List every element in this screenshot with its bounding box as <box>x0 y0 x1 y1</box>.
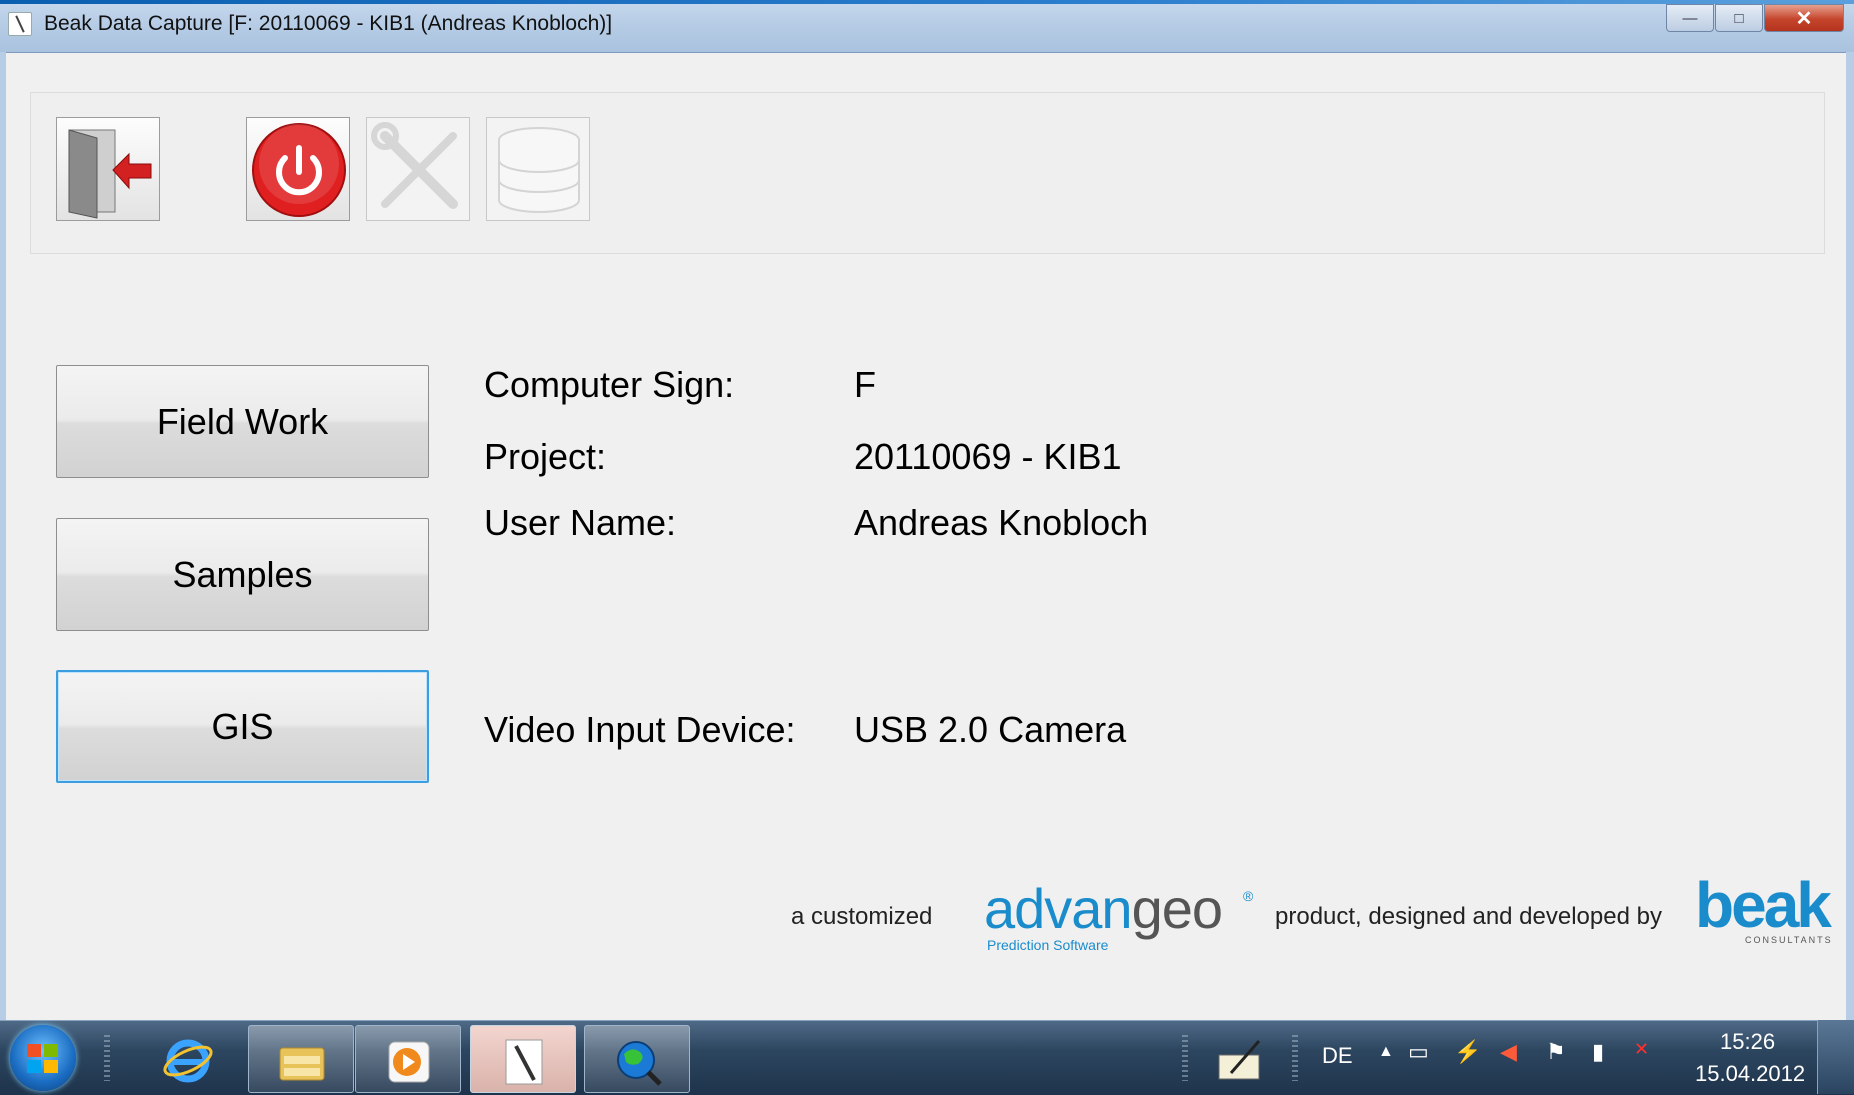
computer-sign-value: F <box>854 364 876 405</box>
field-work-button[interactable]: Field Work <box>56 365 429 478</box>
taskbar-gis-app[interactable] <box>584 1025 690 1093</box>
action-center-flag-icon[interactable]: ⚑ <box>1546 1039 1566 1065</box>
show-desktop-button[interactable] <box>1817 1020 1854 1094</box>
user-name-value: Andreas Knobloch <box>854 502 1149 543</box>
power-button[interactable] <box>246 117 350 221</box>
globe-search-icon <box>617 1041 662 1086</box>
network-monitor-icon[interactable]: ▭ <box>1408 1039 1429 1065</box>
window-title: Beak Data Capture [F: 20110069 - KIB1 (A… <box>44 12 613 35</box>
project-label: Project: <box>484 436 607 477</box>
video-input-value: USB 2.0 Camera <box>854 709 1127 750</box>
database-icon <box>498 127 580 213</box>
taskbar-beak-app[interactable] <box>470 1025 576 1093</box>
taskbar-media-player[interactable] <box>355 1025 461 1093</box>
tools-button[interactable] <box>366 117 470 221</box>
explorer-icon <box>279 1047 325 1081</box>
toolbar <box>30 92 1825 254</box>
computer-sign-label: Computer Sign: <box>484 364 735 405</box>
advangeo-logo-part2: geo <box>1131 877 1223 940</box>
user-name-label: User Name: <box>484 502 677 543</box>
battery-icon[interactable]: ▮ <box>1592 1039 1604 1065</box>
clock-date[interactable]: 15.04.2012 <box>1695 1061 1805 1087</box>
footer-prefix: a customized <box>791 903 933 930</box>
power-icon <box>252 123 346 217</box>
wrench-screwdriver-icon <box>371 122 458 209</box>
ie-icon <box>163 1039 213 1083</box>
exit-door-icon <box>68 129 152 219</box>
samples-button[interactable]: Samples <box>56 518 429 631</box>
taskbar-pen-input[interactable] <box>1205 1025 1275 1091</box>
volume-muted-icon[interactable]: ◀ <box>1500 1039 1517 1065</box>
advangeo-logo: advangeo <box>984 876 1223 941</box>
beak-logo-subtitle: CONSULTANTS <box>1745 935 1833 945</box>
video-input-label: Video Input Device: <box>484 709 796 750</box>
exit-button[interactable] <box>56 117 160 221</box>
wireless-disconnected-icon[interactable]: ✕ <box>1634 1039 1649 1060</box>
footer-middle: product, designed and developed by <box>1275 903 1662 930</box>
taskbar-grip-lang <box>1292 1035 1298 1081</box>
beak-app-icon <box>505 1039 543 1085</box>
windows-logo-icon <box>27 1044 58 1073</box>
beak-logo: beak <box>1695 869 1832 941</box>
language-indicator[interactable]: DE <box>1322 1043 1353 1069</box>
advangeo-registered-mark: ® <box>1243 888 1254 904</box>
network-adapter-icon[interactable]: ⚡ <box>1454 1039 1481 1065</box>
advangeo-logo-part1: advan <box>984 877 1133 940</box>
start-button[interactable] <box>10 1025 76 1091</box>
taskbar: DE ▲ ▭ ⚡ ◀ ⚑ ▮ ✕ 15:26 15.04.2012 <box>0 1020 1854 1095</box>
title-bar[interactable]: Beak Data Capture [F: 20110069 - KIB1 (A… <box>0 0 1854 53</box>
window-controls: — □ ✕ <box>1665 4 1844 32</box>
window-frame-right <box>1846 52 1854 1020</box>
window-frame-left <box>0 52 6 1020</box>
maximize-button[interactable]: □ <box>1715 4 1763 32</box>
database-button[interactable] <box>486 117 590 221</box>
taskbar-grip-tray <box>1182 1035 1188 1081</box>
project-value: 20110069 - KIB1 <box>854 436 1122 477</box>
clock-time[interactable]: 15:26 <box>1720 1029 1775 1055</box>
taskbar-grip <box>104 1035 110 1081</box>
pen-input-icon <box>1218 1040 1261 1080</box>
advangeo-subtitle: Prediction Software <box>987 937 1109 953</box>
gis-button[interactable]: GIS <box>56 670 429 783</box>
taskbar-ie[interactable] <box>135 1025 239 1091</box>
app-icon[interactable] <box>8 12 32 36</box>
close-button[interactable]: ✕ <box>1764 4 1844 32</box>
minimize-button[interactable]: — <box>1666 4 1714 32</box>
tray-expand-icon[interactable]: ▲ <box>1378 1043 1394 1061</box>
media-player-icon <box>388 1041 430 1083</box>
taskbar-explorer[interactable] <box>248 1025 354 1093</box>
